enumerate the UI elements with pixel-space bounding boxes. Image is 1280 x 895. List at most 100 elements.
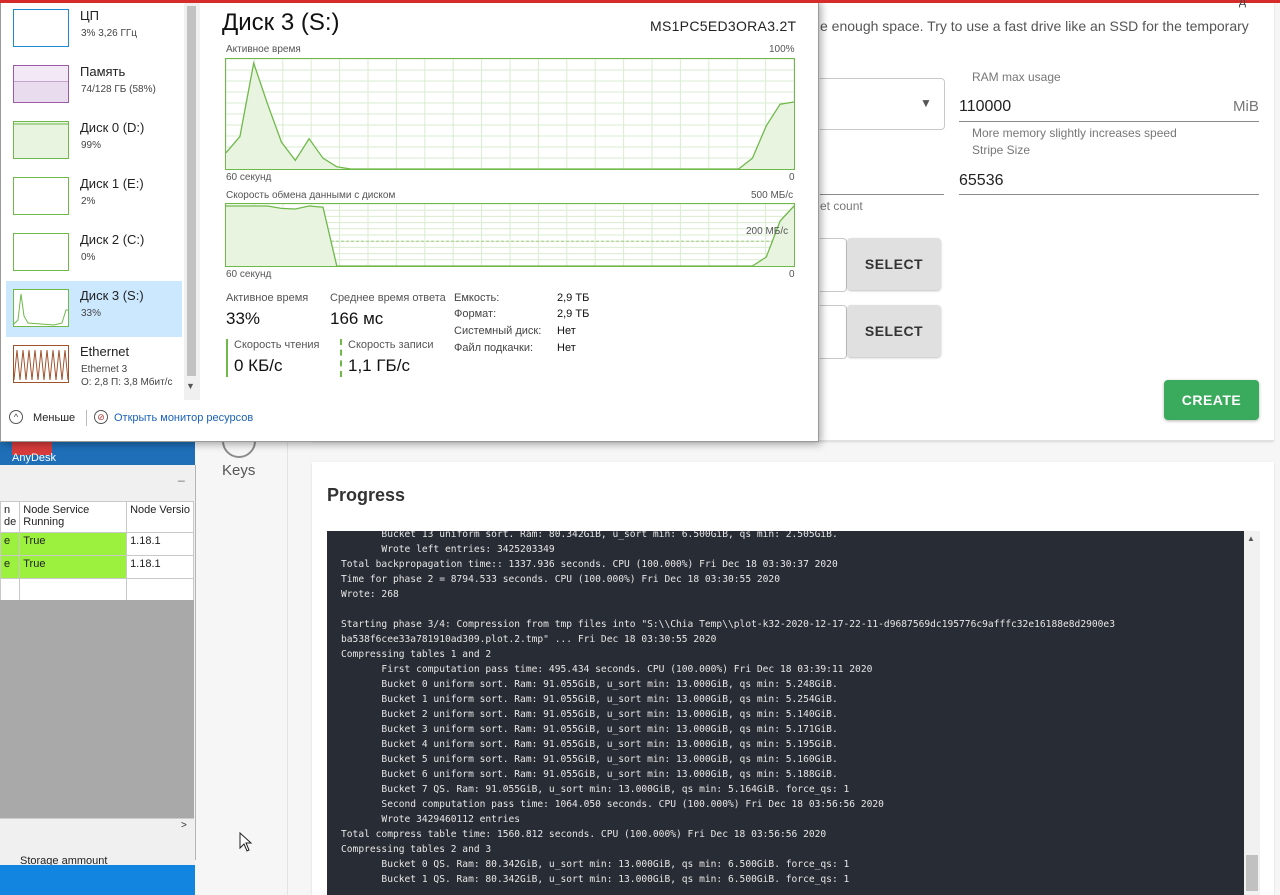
bucket-count-helper: et count: [820, 199, 863, 213]
write-speed-value: 1,1 ГБ/с: [348, 356, 410, 375]
scroll-down-icon[interactable]: ▼: [186, 381, 195, 391]
format-label: Формат:: [454, 308, 497, 320]
transfer-graph-max: 500 МБ/с: [751, 190, 794, 201]
nav-keys-label[interactable]: Keys: [222, 462, 255, 479]
table-hscrollbar[interactable]: [0, 818, 194, 835]
chevron-down-icon[interactable]: ▼: [920, 96, 932, 110]
write-speed-label: Скорость записи: [348, 339, 434, 351]
progress-log[interactable]: Bucket 13 uniform sort. Ram: 80.342GiB, …: [327, 531, 1244, 895]
scroll-up-icon[interactable]: ▲: [1247, 534, 1255, 543]
pagefile-value: Нет: [557, 342, 576, 354]
sidebar-item-6[interactable]: Ethernet Ethernet 3 О: 2,8 П: 3,8 Мбит/с: [6, 337, 182, 393]
select-temp-dir-button[interactable]: SELECT: [847, 238, 941, 290]
create-plot-button[interactable]: CREATE: [1164, 380, 1259, 420]
sidebar-item-sub: 99%: [81, 140, 102, 151]
disk-title: Диск 3 (S:): [222, 9, 340, 36]
ram-unit-label: MiB: [1233, 98, 1259, 115]
table-header-2[interactable]: Node Versio: [126, 501, 194, 533]
system-disk-label: Системный диск:: [454, 325, 542, 337]
read-speed-bar: [226, 339, 228, 377]
log-scroll-thumb[interactable]: [1246, 855, 1258, 891]
ram-max-input[interactable]: 110000: [959, 98, 1011, 116]
table-cell: 1.18.1: [126, 555, 194, 579]
sidebar-item-sub: 74/128 ГБ (58%): [81, 84, 156, 95]
table-header-1[interactable]: Node Service Running: [19, 501, 128, 533]
stripe-input-underline: [959, 194, 1259, 195]
stripe-size-input[interactable]: 65536: [959, 172, 1004, 190]
open-resource-monitor-link[interactable]: Открыть монитор ресурсов: [114, 412, 253, 424]
active-graph-time: 60 секунд: [226, 172, 272, 183]
active-time-graph-label: Активное время: [226, 44, 301, 55]
table-header-0[interactable]: n de: [0, 501, 21, 533]
table-cell: [19, 578, 128, 602]
chevron-up-icon[interactable]: ^: [9, 410, 23, 424]
ram-input-underline: [959, 121, 1259, 122]
response-time-label: Среднее время ответа: [330, 292, 446, 304]
system-disk-value: Нет: [557, 325, 576, 337]
sidebar-item-title: Ethernet: [80, 344, 130, 359]
footer-divider: [86, 410, 87, 426]
sidebar-item-sub: 33%: [81, 308, 102, 319]
log-scrollbar[interactable]: [1244, 531, 1260, 895]
sidebar-item-sub: 0%: [81, 252, 96, 263]
select-final-dir-button[interactable]: SELECT: [847, 305, 941, 357]
table-row[interactable]: e True 1.18.1: [0, 555, 194, 579]
table-cell: True: [19, 532, 128, 556]
top-right-glyph: д: [1238, 0, 1246, 8]
bucket-input-underline: [820, 194, 944, 195]
transfer-graph-label: Скорость обмена данными с диском: [226, 190, 396, 201]
sidebar-item-title: Диск 0 (D:): [80, 120, 145, 135]
active-graph-max: 100%: [769, 44, 795, 55]
table-cell: [126, 578, 194, 602]
sidebar-item-title: Память: [80, 64, 126, 79]
memory-thumb-icon: [13, 65, 69, 103]
temp-dir-input[interactable]: [820, 238, 847, 292]
ethernet-thumb-icon: [13, 345, 69, 383]
taskbar: [0, 865, 195, 895]
format-value: 2,9 ТБ: [557, 308, 590, 320]
disk1-thumb-icon: [13, 177, 69, 215]
sidebar-item-0[interactable]: ЦП 3% 3,26 ГГц: [6, 1, 182, 57]
sidebar-item-sub: 3% 3,26 ГГц: [81, 28, 138, 39]
table-cell: 1.18.1: [126, 532, 194, 556]
sidebar-item-4[interactable]: Диск 2 (C:) 0%: [6, 225, 182, 281]
resource-monitor-icon[interactable]: ⊘: [94, 410, 108, 424]
sidebar-item-title: Диск 1 (E:): [80, 176, 144, 191]
fewer-details-button[interactable]: Меньше: [33, 412, 75, 424]
sidebar-item-2[interactable]: Диск 0 (D:) 99%: [6, 113, 182, 169]
capacity-label: Емкость:: [454, 292, 500, 304]
transfer-rate-graph: [225, 203, 795, 267]
mouse-cursor-icon: [239, 832, 253, 852]
ram-helper-text: More memory slightly increases speed: [972, 126, 1177, 140]
read-speed-value: 0 КБ/с: [234, 356, 283, 375]
minimize-icon[interactable]: _: [178, 468, 185, 482]
active-time-graph: [225, 58, 795, 170]
top-red-strip: [0, 0, 1280, 3]
transfer-graph-min: 0: [789, 269, 795, 280]
table-row-empty: [0, 578, 194, 602]
active-graph-min: 0: [789, 172, 795, 183]
final-dir-input[interactable]: [820, 305, 847, 359]
sidebar-scroll-thumb[interactable]: [187, 6, 196, 376]
temp-drive-warning: e enough space. Try to use a fast drive …: [820, 18, 1249, 34]
sidebar-item-1[interactable]: Память 74/128 ГБ (58%): [6, 57, 182, 113]
table-row[interactable]: e True 1.18.1: [0, 532, 194, 556]
sidebar-item-sub: 2%: [81, 196, 96, 207]
node-table: n de Node Service Running Node Versio e Tru…: [0, 501, 194, 602]
sidebar-item-title: Диск 3 (S:): [80, 288, 144, 303]
sidebar-item-5[interactable]: Диск 3 (S:) 33%: [6, 281, 182, 337]
log-output: Bucket 13 uniform sort. Ram: 80.342GiB, …: [341, 531, 1115, 885]
write-speed-bar: [340, 339, 342, 377]
scroll-right-icon[interactable]: >: [181, 820, 187, 831]
cpu-thumb-icon: [13, 9, 69, 47]
table-cell: e: [0, 555, 21, 579]
sidebar-item-title: Диск 2 (C:): [80, 232, 145, 247]
progress-title: Progress: [327, 485, 406, 505]
sidebar-item-3[interactable]: Диск 1 (E:) 2%: [6, 169, 182, 225]
anydesk-label[interactable]: AnyDesk: [12, 452, 56, 464]
response-time-value: 166 мс: [330, 309, 384, 328]
disk3-thumb-icon: [13, 289, 69, 327]
transfer-graph-time: 60 секунд: [226, 269, 272, 280]
capacity-value: 2,9 ТБ: [557, 292, 590, 304]
table-cell: True: [19, 555, 128, 579]
